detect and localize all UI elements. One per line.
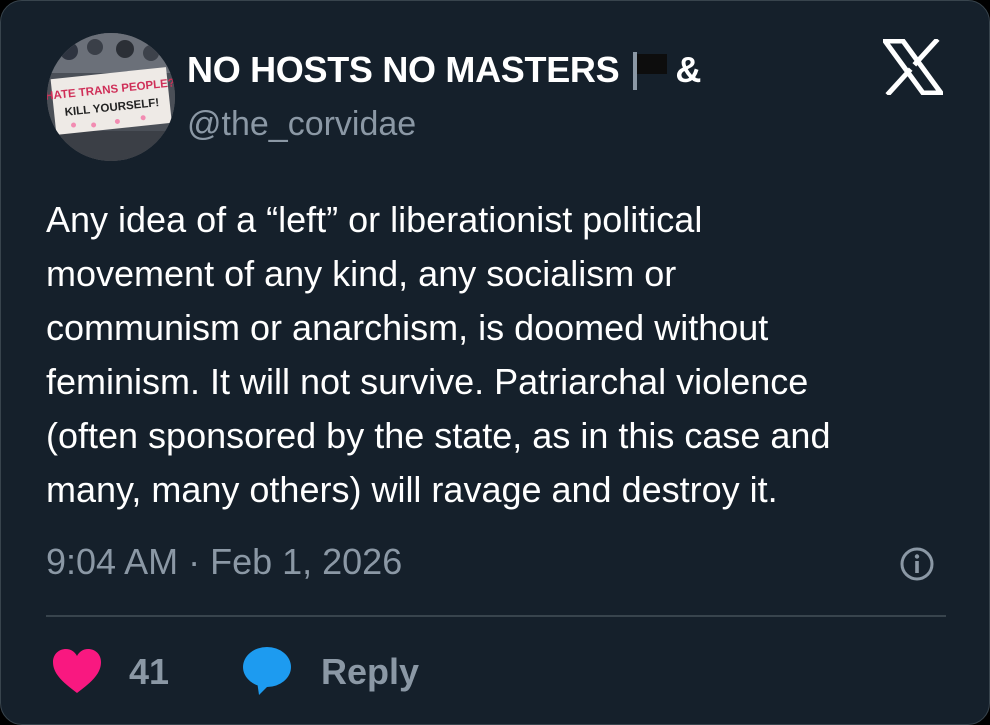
author-handle[interactable]: @the_corvidae xyxy=(187,105,416,144)
divider xyxy=(46,615,946,617)
info-icon[interactable] xyxy=(899,546,935,582)
like-count: 41 xyxy=(129,651,170,692)
black-flag-icon xyxy=(631,50,669,90)
tweet-text: Any idea of a “left” or liberationist po… xyxy=(46,199,831,510)
tweet-timestamp[interactable]: 9:04 AM · Feb 1, 2026 xyxy=(46,541,402,583)
display-name: NO HOSTS NO MASTERS xyxy=(187,49,620,90)
heart-icon[interactable] xyxy=(51,647,103,695)
x-logo-icon[interactable] xyxy=(880,37,946,97)
avatar[interactable]: HATE TRANS PEOPLE? KILL YOURSELF! xyxy=(47,33,175,161)
avatar-image: HATE TRANS PEOPLE? KILL YOURSELF! xyxy=(47,33,175,161)
display-name-suffix: & xyxy=(675,49,702,90)
tweet-card: HATE TRANS PEOPLE? KILL YOURSELF! NO HOS… xyxy=(0,0,990,725)
display-name-row[interactable]: NO HOSTS NO MASTERS & xyxy=(187,49,701,91)
speech-bubble-icon[interactable] xyxy=(241,645,293,697)
reply-button[interactable]: Reply xyxy=(321,651,419,693)
